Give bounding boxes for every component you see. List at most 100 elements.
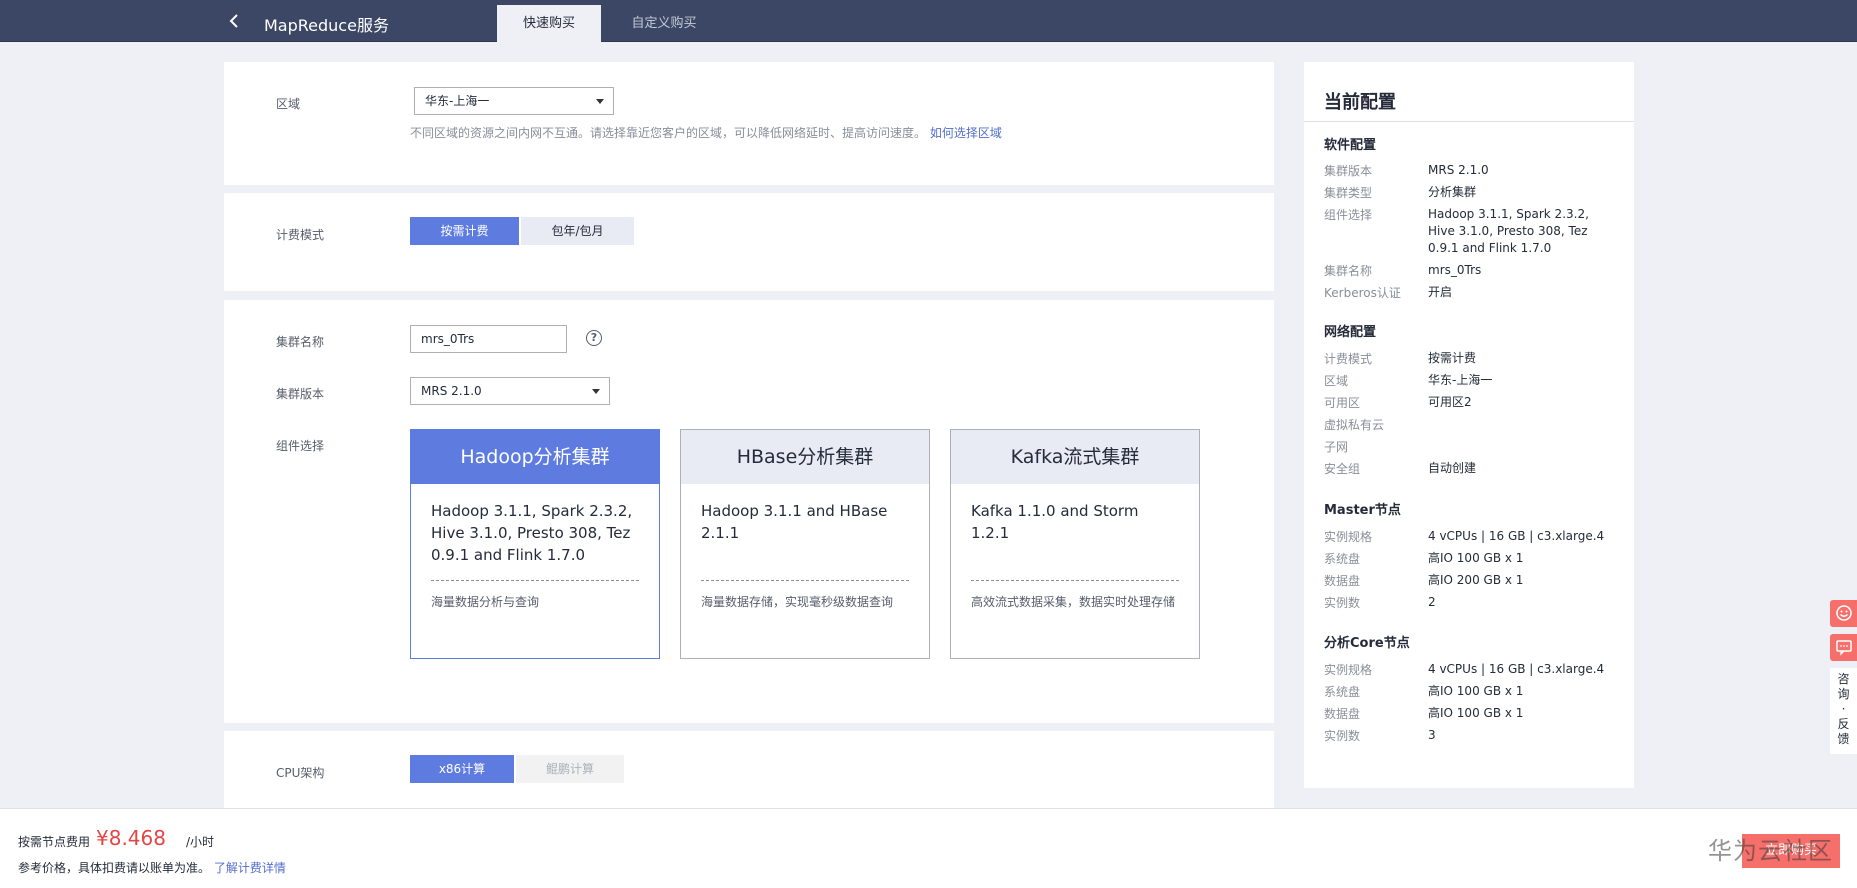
cluster-version-label: 集群版本	[276, 387, 325, 401]
fee-unit: /小时	[186, 835, 215, 849]
cluster-version-value: MRS 2.1.0	[421, 384, 482, 398]
config-value: 高IO 100 GB x 1	[1428, 551, 1524, 565]
chevron-down-icon	[592, 389, 600, 394]
config-key: 数据盘	[1324, 707, 1361, 721]
config-value: 自动创建	[1428, 461, 1477, 475]
cpu-section: CPU架构 x86计算 鲲鹏计算	[224, 731, 1274, 808]
config-value: 2	[1428, 595, 1436, 609]
network-config-title: 网络配置	[1324, 325, 1377, 340]
config-key: 实例规格	[1324, 663, 1373, 677]
divider	[1304, 121, 1634, 122]
component-card-hadoop[interactable]: Hadoop分析集群 Hadoop 3.1.1, Spark 2.3.2, Hi…	[410, 429, 660, 659]
component-card-title: Hadoop分析集群	[411, 430, 659, 484]
master-node-title: Master节点	[1324, 503, 1401, 518]
config-key: 实例规格	[1324, 530, 1373, 544]
config-key: 集群类型	[1324, 186, 1373, 200]
cluster-name-label: 集群名称	[276, 335, 325, 349]
config-value: 可用区2	[1428, 395, 1472, 409]
component-card-content: Kafka 1.1.0 and Storm 1.2.1	[971, 502, 1139, 542]
billing-section: 计费模式 按需计费 包年/包月	[224, 193, 1274, 291]
component-card-content: Hadoop 3.1.1 and HBase 2.1.1	[701, 502, 888, 542]
component-card-desc: 高效流式数据采集，数据实时处理存储	[971, 595, 1176, 609]
tab-quick-buy[interactable]: 快速购买	[497, 5, 601, 42]
region-help-link[interactable]: 如何选择区域	[930, 126, 1002, 140]
config-key: Kerberos认证	[1324, 286, 1401, 300]
region-section: 区域 华东-上海一 不同区域的资源之间内网不互通。请选择靠近您客户的区域，可以降…	[224, 62, 1274, 185]
config-title: 当前配置	[1324, 92, 1396, 113]
component-card-title: Kafka流式集群	[951, 430, 1199, 484]
region-label: 区域	[276, 97, 301, 111]
region-hint-text: 不同区域的资源之间内网不互通。请选择靠近您客户的区域，可以降低网络延时、提高访问…	[410, 126, 927, 140]
config-key: 虚拟私有云	[1324, 418, 1385, 432]
cluster-version-select[interactable]: MRS 2.1.0	[410, 377, 610, 405]
feedback-char: 反	[1837, 717, 1850, 731]
region-select-value: 华东-上海一	[425, 94, 490, 108]
back-arrow-icon[interactable]	[226, 12, 244, 30]
tab-custom-buy[interactable]: 自定义购买	[612, 5, 716, 42]
chevron-down-icon	[596, 99, 604, 104]
config-value: 高IO 200 GB x 1	[1428, 573, 1524, 587]
config-value: 4 vCPUs | 16 GB | c3.xlarge.4	[1428, 662, 1605, 676]
component-card-desc: 海量数据分析与查询	[431, 595, 540, 609]
smiley-icon[interactable]	[1830, 600, 1857, 627]
config-value: 高IO 100 GB x 1	[1428, 684, 1524, 698]
core-node-title: 分析Core节点	[1324, 636, 1410, 651]
component-card-kafka[interactable]: Kafka流式集群 Kafka 1.1.0 and Storm 1.2.1 高效…	[950, 429, 1200, 659]
config-key: 子网	[1324, 440, 1349, 454]
billing-label: 计费模式	[276, 228, 325, 242]
fee-price: ¥8.468	[96, 826, 166, 850]
feedback-char: 馈	[1837, 732, 1850, 746]
feedback-button[interactable]: 咨 询 · 反 馈	[1830, 668, 1857, 754]
region-hint: 不同区域的资源之间内网不互通。请选择靠近您客户的区域，可以降低网络延时、提高访问…	[410, 124, 1002, 141]
config-key: 区域	[1324, 374, 1349, 388]
current-config-panel: 当前配置 软件配置 集群版本 MRS 2.1.0 集群类型 分析集群 组件选择 …	[1304, 62, 1634, 788]
component-card-content: Hadoop 3.1.1, Spark 2.3.2, Hive 3.1.0, P…	[431, 502, 633, 564]
config-key: 系统盘	[1324, 685, 1361, 699]
cluster-name-input[interactable]: mrs_0Trs	[410, 325, 567, 353]
fee-label: 按需节点费用	[18, 835, 91, 849]
fee-note: 参考价格，具体扣费请以账单为准。 了解计费详情	[18, 859, 286, 876]
feedback-char: 询	[1837, 687, 1850, 701]
billing-yearly-monthly-button[interactable]: 包年/包月	[521, 217, 634, 245]
config-value: 开启	[1428, 285, 1453, 299]
cpu-kunpeng-button[interactable]: 鲲鹏计算	[516, 755, 624, 783]
config-key: 集群名称	[1324, 264, 1373, 278]
config-value: 华东-上海一	[1428, 373, 1493, 387]
config-key: 集群版本	[1324, 164, 1373, 178]
config-key: 实例数	[1324, 596, 1361, 610]
cpu-x86-button[interactable]: x86计算	[410, 755, 514, 783]
config-value: 4 vCPUs | 16 GB | c3.xlarge.4	[1428, 529, 1605, 543]
region-select[interactable]: 华东-上海一	[414, 87, 614, 115]
component-card-hbase[interactable]: HBase分析集群 Hadoop 3.1.1 and HBase 2.1.1 海…	[680, 429, 930, 659]
help-icon[interactable]: ?	[586, 330, 602, 346]
config-key: 系统盘	[1324, 552, 1361, 566]
feedback-char: 咨	[1837, 672, 1850, 686]
component-card-title: HBase分析集群	[681, 430, 929, 484]
cpu-label: CPU架构	[276, 766, 325, 780]
billing-detail-link[interactable]: 了解计费详情	[214, 861, 286, 875]
watermark: 华为云社区	[1708, 837, 1833, 865]
config-value: Hadoop 3.1.1, Spark 2.3.2, Hive 3.1.0, P…	[1428, 207, 1589, 255]
billing-on-demand-button[interactable]: 按需计费	[410, 217, 519, 245]
config-key: 可用区	[1324, 396, 1361, 410]
component-label: 组件选择	[276, 439, 325, 453]
fee-note-text: 参考价格，具体扣费请以账单为准。	[18, 861, 211, 875]
chat-icon[interactable]	[1830, 634, 1857, 661]
config-key: 组件选择	[1324, 208, 1373, 222]
config-key: 安全组	[1324, 462, 1361, 476]
config-value: MRS 2.1.0	[1428, 163, 1489, 177]
config-key: 数据盘	[1324, 574, 1361, 588]
config-value: 3	[1428, 728, 1436, 742]
config-value: mrs_0Trs	[1428, 263, 1482, 277]
top-bar: MapReduce服务 快速购买 自定义购买	[0, 0, 1857, 42]
config-value: 分析集群	[1428, 185, 1477, 199]
config-key: 计费模式	[1324, 352, 1373, 366]
config-value: 高IO 100 GB x 1	[1428, 706, 1524, 720]
component-card-desc: 海量数据存储，实现毫秒级数据查询	[701, 595, 894, 609]
app-title: MapReduce服务	[264, 16, 389, 35]
footer-bar: 按需节点费用 ¥8.468 /小时 参考价格，具体扣费请以账单为准。 了解计费详…	[0, 808, 1857, 888]
config-value: 按需计费	[1428, 351, 1477, 365]
config-key: 实例数	[1324, 729, 1361, 743]
software-config-title: 软件配置	[1324, 138, 1377, 153]
feedback-char: ·	[1841, 702, 1846, 716]
